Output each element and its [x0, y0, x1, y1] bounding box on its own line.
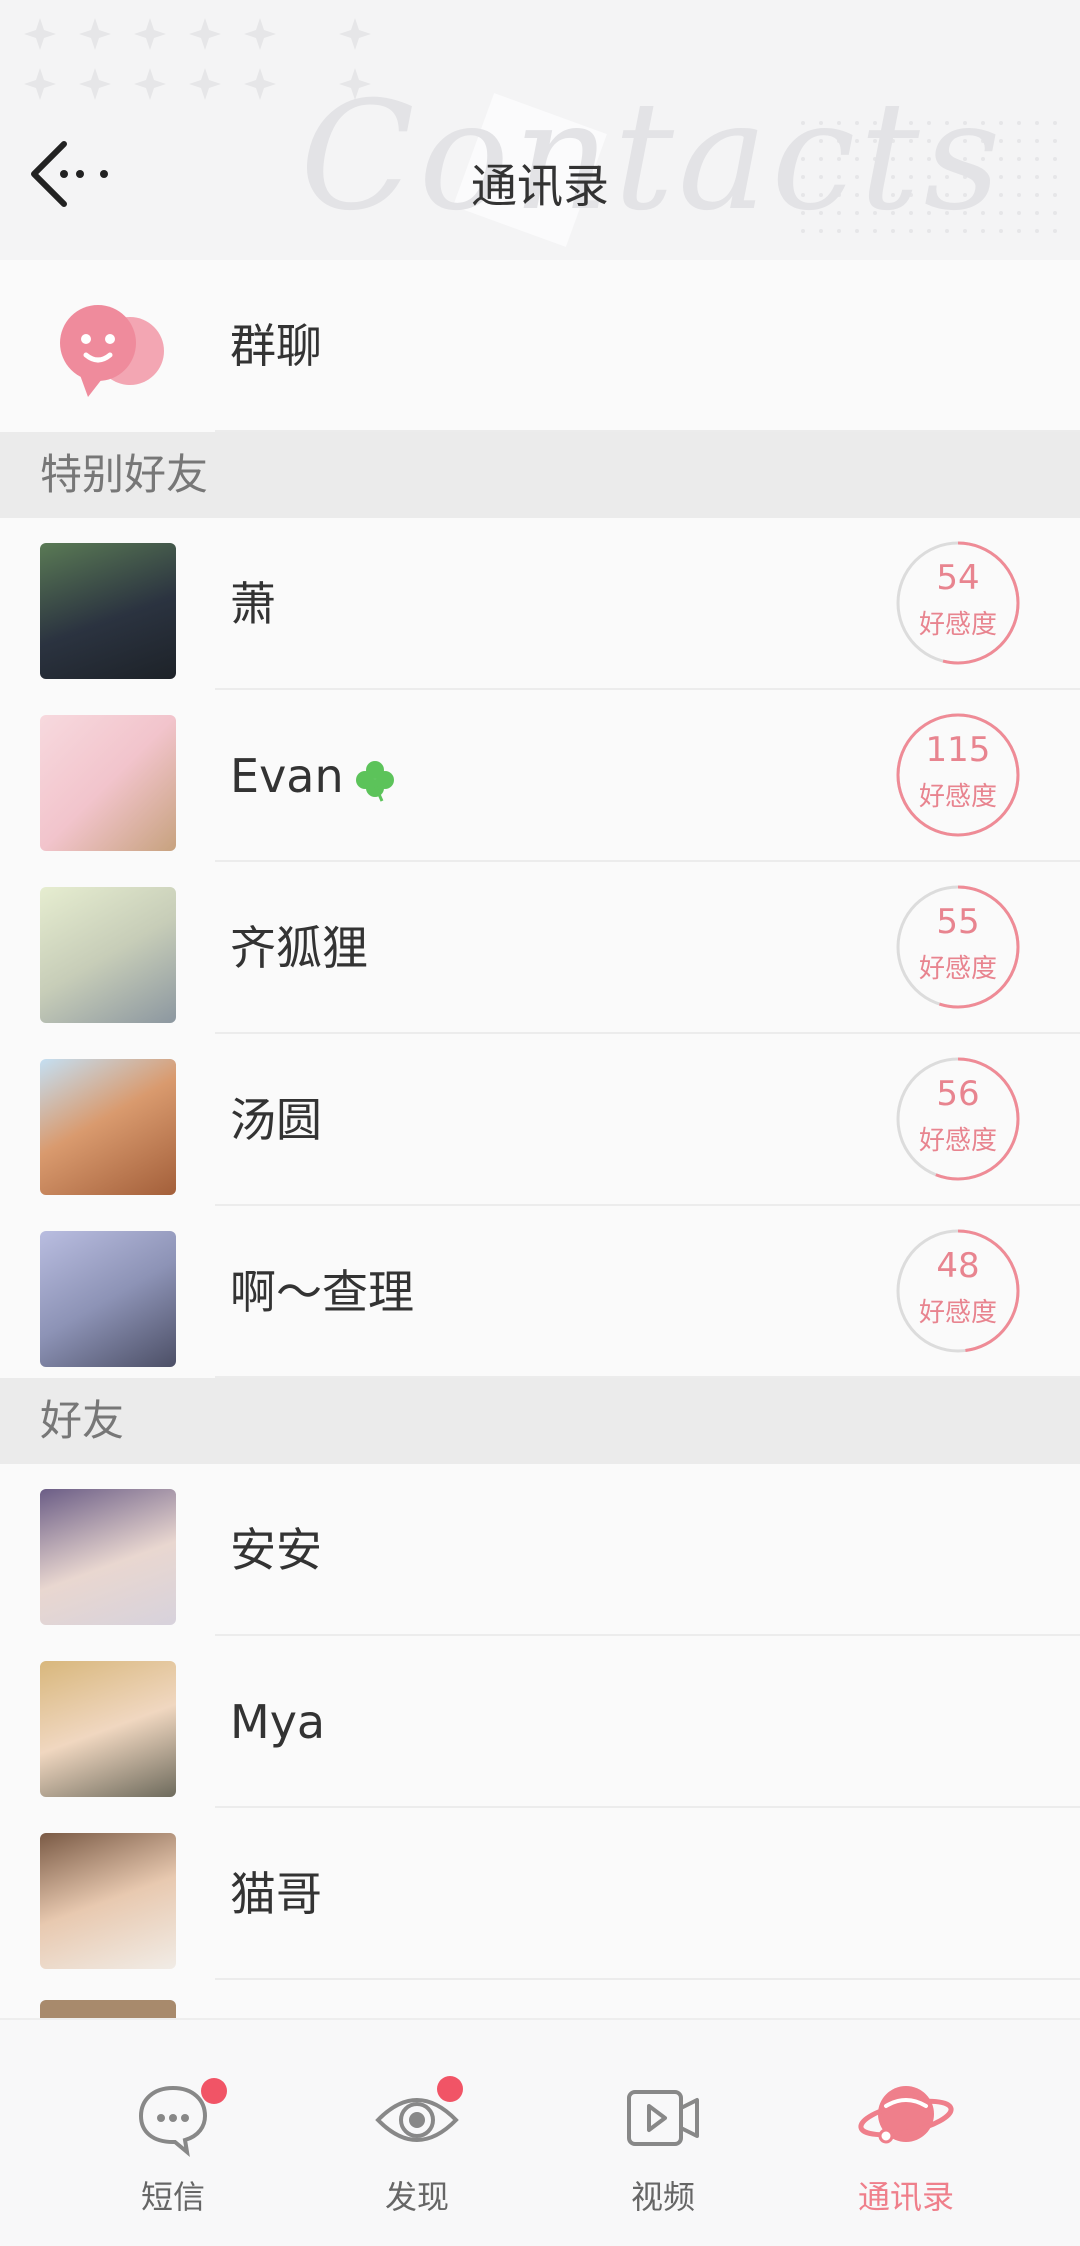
affinity-value: 48	[936, 1246, 980, 1286]
affinity-ring: 55 好感度	[893, 882, 1023, 1012]
avatar	[40, 715, 176, 851]
video-icon	[627, 2090, 699, 2146]
clover-icon	[355, 760, 394, 802]
group-chat-label: 群聊	[230, 319, 322, 373]
affinity-ring: 115 好感度	[893, 710, 1023, 840]
contact-row[interactable]: 安安	[0, 1464, 1080, 1636]
contact-name: Evan	[230, 749, 344, 803]
contact-row[interactable]: 猫哥	[0, 1808, 1080, 1980]
contact-name: 啊～查理	[230, 1265, 414, 1319]
affinity-label: 好感度	[918, 1126, 997, 1156]
nav-item-discover[interactable]: 发现	[317, 2060, 517, 2216]
affinity-ring: 48 好感度	[893, 1226, 1023, 1356]
affinity-value: 54	[936, 558, 980, 598]
divider	[215, 430, 1080, 432]
contact-name: 安安	[230, 1523, 322, 1577]
bottom-nav: 短信 发现 视频 通讯录	[0, 2018, 1080, 2246]
contact-name: 齐狐狸	[230, 921, 368, 975]
avatar	[40, 1489, 176, 1625]
contact-row[interactable]: 汤圆 56 好感度	[0, 1034, 1080, 1206]
notification-badge	[201, 2078, 227, 2104]
planet-icon	[858, 2086, 954, 2144]
section-header-friends: 好友	[0, 1378, 1080, 1464]
contact-row[interactable]: 啊～查理 48 好感度	[0, 1206, 1080, 1378]
nav-item-messages[interactable]: 短信	[73, 2060, 273, 2216]
section-header-special: 特别好友	[0, 432, 1080, 518]
nav-label: 短信	[140, 2178, 205, 2216]
nav-item-video[interactable]: 视频	[563, 2060, 763, 2216]
affinity-value: 55	[936, 902, 980, 942]
contact-list: 群聊 特别好友 萧 54 好感度 Evan 115 好感度 齐狐狸 55 好感度…	[0, 260, 1080, 2040]
affinity-label: 好感度	[918, 782, 997, 812]
affinity-label: 好感度	[918, 1298, 997, 1328]
contact-row[interactable]: 萧 54 好感度	[0, 518, 1080, 690]
nav-label: 发现	[384, 2178, 449, 2216]
contact-name: 汤圆	[230, 1093, 322, 1147]
affinity-value: 56	[936, 1074, 980, 1114]
page-title: 通讯录	[471, 159, 609, 213]
contact-name-wrap: Evan	[230, 690, 398, 862]
affinity-ring: 56 好感度	[893, 1054, 1023, 1184]
affinity-label: 好感度	[918, 954, 997, 984]
avatar	[40, 543, 176, 679]
affinity-ring: 54 好感度	[893, 538, 1023, 668]
contact-row[interactable]: Evan 115 好感度	[0, 690, 1080, 862]
avatar	[40, 1833, 176, 1969]
group-chat-row[interactable]: 群聊	[0, 260, 1080, 432]
divider	[215, 1376, 1080, 1378]
avatar	[40, 1661, 176, 1797]
nav-label: 通讯录	[857, 2178, 954, 2216]
nav-label: 视频	[630, 2178, 695, 2216]
header-bar: Contacts 通讯录	[0, 0, 1080, 260]
group-chat-icon	[60, 305, 164, 397]
nav-item-contacts[interactable]: 通讯录	[806, 2060, 1006, 2216]
contact-row[interactable]: Mya	[0, 1636, 1080, 1808]
contact-name: 萧	[230, 577, 276, 631]
affinity-label: 好感度	[918, 610, 997, 640]
contact-name: 猫哥	[230, 1867, 322, 1921]
avatar	[40, 1231, 176, 1367]
avatar	[40, 887, 176, 1023]
contact-name: Mya	[230, 1695, 326, 1749]
avatar	[40, 1059, 176, 1195]
contact-row[interactable]: 齐狐狸 55 好感度	[0, 862, 1080, 1034]
affinity-value: 115	[925, 730, 991, 770]
notification-badge	[437, 2076, 463, 2102]
